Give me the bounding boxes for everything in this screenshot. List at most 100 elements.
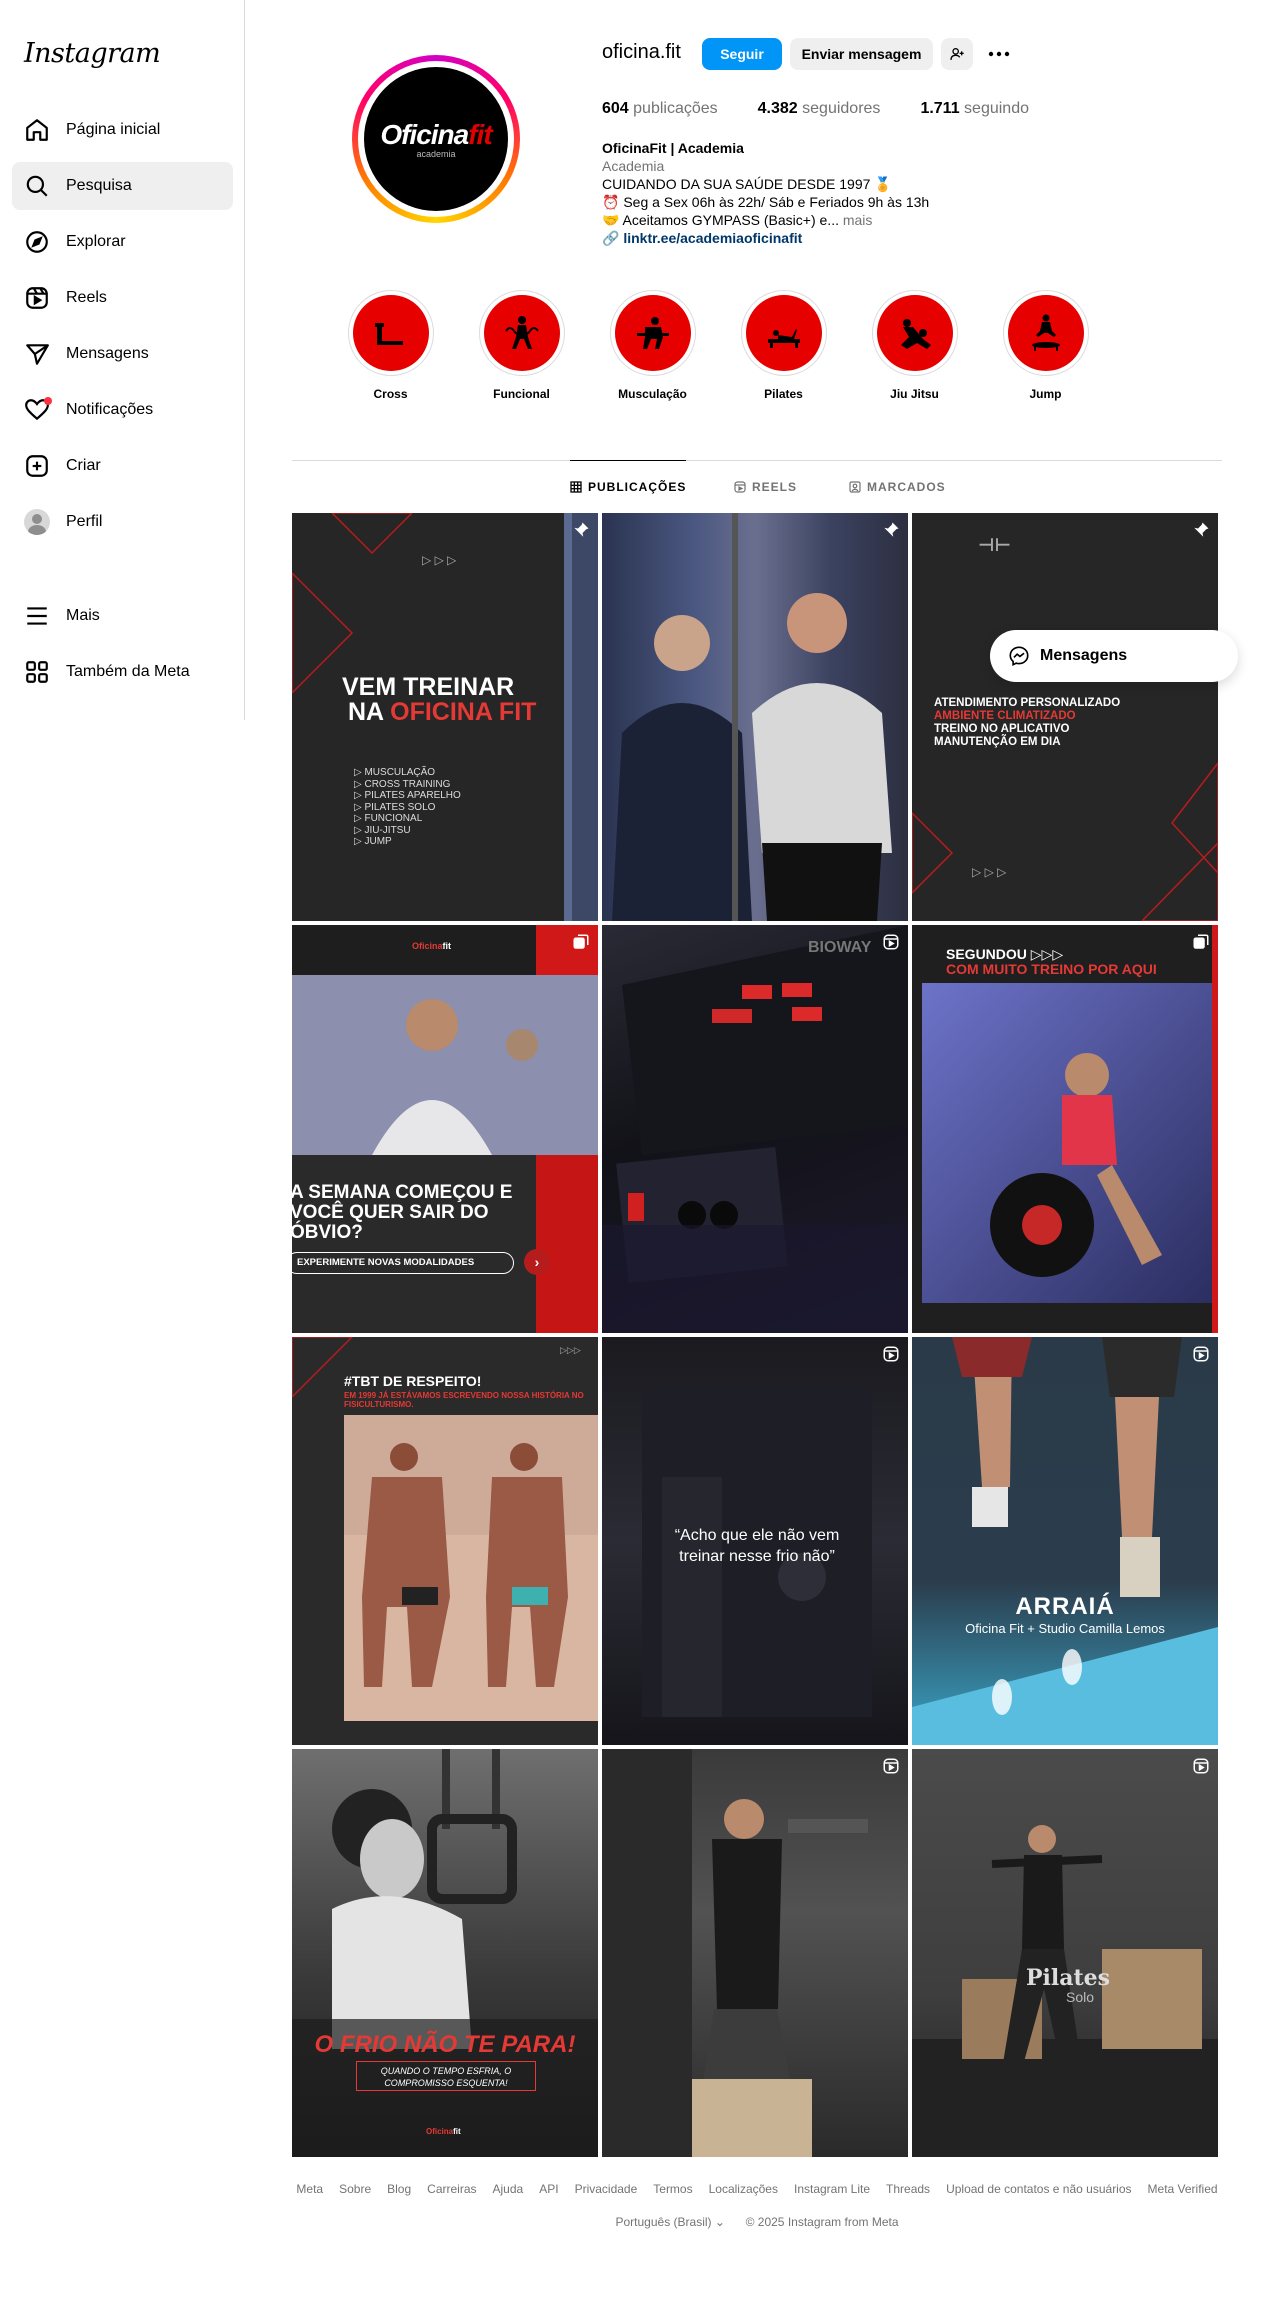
highlight-cover bbox=[1007, 295, 1084, 371]
footer-link[interactable]: Blog bbox=[387, 2182, 411, 2196]
instagram-logo[interactable]: Instagram bbox=[24, 38, 161, 69]
bio-more-link[interactable]: mais bbox=[843, 212, 873, 228]
sidebar-item-explore[interactable]: Explorar bbox=[12, 218, 233, 266]
sidebar-item-notifications[interactable]: Notificações bbox=[12, 386, 233, 434]
treadmill-panel-graphic bbox=[602, 925, 908, 1333]
post-subtitle: Oficina Fit + Studio Camilla Lemos bbox=[965, 1621, 1165, 1636]
footer-link[interactable]: Localizações bbox=[709, 2182, 778, 2196]
footer-link[interactable]: Meta bbox=[296, 2182, 323, 2196]
post-title-accent: OFICINA FIT bbox=[390, 698, 537, 726]
grid-icon bbox=[570, 480, 582, 493]
messages-pill[interactable]: Mensagens bbox=[990, 630, 1238, 682]
send-icon bbox=[26, 344, 49, 365]
tab-label: MARCADOS bbox=[867, 480, 946, 494]
story-highlights: Cross Funcional Musculação Pilates Jiu J… bbox=[325, 290, 1111, 401]
post-3[interactable]: ⊣⊢ ATENDIMENTO PERSONALIZADO AMBIENTE CL… bbox=[912, 513, 1218, 921]
highlight-jump[interactable]: Jump bbox=[980, 290, 1111, 401]
profile-username: oficina.fit bbox=[602, 41, 681, 63]
footer-bottom: Português (Brasil) ⌄ © 2025 Instagram fr… bbox=[292, 2215, 1222, 2229]
post-7[interactable]: #TBT DE RESPEITO! EM 1999 JÁ ESTÁVAMOS E… bbox=[292, 1337, 598, 1745]
footer-link[interactable]: Privacidade bbox=[575, 2182, 638, 2196]
dumbbell-icon: ⊣⊢ bbox=[978, 535, 1011, 555]
post-title-line: VEM TREINAR bbox=[342, 673, 515, 701]
pin-icon bbox=[884, 522, 899, 537]
tab-label: REELS bbox=[752, 480, 798, 494]
bio-line: ⏰ Seg a Sex 06h às 22h/ Sáb e Feriados 9… bbox=[602, 194, 930, 210]
following-count[interactable]: 1.711 seguindo bbox=[920, 100, 1029, 118]
sidebar-item-more[interactable]: Mais bbox=[12, 592, 233, 640]
highlight-pilates[interactable]: Pilates bbox=[718, 290, 849, 401]
carousel-icon bbox=[1193, 934, 1209, 949]
footer-link[interactable]: API bbox=[539, 2182, 558, 2196]
tab-reels[interactable]: REELS bbox=[734, 461, 797, 513]
sidebar-item-meta[interactable]: Também da Meta bbox=[12, 648, 233, 696]
tab-tagged[interactable]: MARCADOS bbox=[849, 461, 946, 513]
post-headline: A SEMANA COMEÇOU E VOCÊ QUER SAIR DO ÓBV… bbox=[292, 1182, 513, 1243]
sidebar-item-home[interactable]: Página inicial bbox=[12, 106, 233, 154]
footer-link[interactable]: Ajuda bbox=[493, 2182, 524, 2196]
post-title: VEM TREINAR NA OFICINA FIT bbox=[342, 675, 536, 725]
following-count-value: 1.711 bbox=[920, 100, 960, 117]
logo-text-accent: fit bbox=[468, 119, 492, 150]
footer-link[interactable]: Meta Verified bbox=[1148, 2182, 1218, 2196]
highlight-cross[interactable]: Cross bbox=[325, 290, 456, 401]
footer-link[interactable]: Upload de contatos e não usuários bbox=[946, 2182, 1131, 2196]
profile-picture[interactable]: Oficinafit academia bbox=[352, 55, 520, 223]
plus-square-icon bbox=[26, 455, 48, 477]
send-message-button[interactable]: Enviar mensagem bbox=[790, 38, 933, 70]
post-subtitle: QUANDO O TEMPO ESFRIA, O COMPROMISSO ESQ… bbox=[356, 2061, 536, 2091]
highlight-funcional[interactable]: Funcional bbox=[456, 290, 587, 401]
highlight-musculacao[interactable]: Musculação bbox=[587, 290, 718, 401]
logo-text-main: Oficina bbox=[380, 119, 469, 150]
reels-icon bbox=[26, 287, 48, 309]
footer-link[interactable]: Carreiras bbox=[427, 2182, 476, 2196]
highlight-ring bbox=[478, 290, 565, 376]
highlight-jiu-jitsu[interactable]: Jiu Jitsu bbox=[849, 290, 980, 401]
profile-logo-text: Oficinafit bbox=[380, 119, 492, 151]
post-2[interactable] bbox=[602, 513, 908, 921]
footer-link[interactable]: Sobre bbox=[339, 2182, 371, 2196]
language-selector[interactable]: Português (Brasil) ⌄ bbox=[615, 2215, 724, 2229]
trampoline-icon bbox=[1031, 314, 1060, 351]
follow-button[interactable]: Seguir bbox=[702, 38, 782, 70]
suggest-account-button[interactable] bbox=[941, 38, 973, 70]
post-10[interactable]: O FRIO NÃO TE PARA! QUANDO O TEMPO ESFRI… bbox=[292, 1749, 598, 2157]
sidebar-item-reels[interactable]: Reels bbox=[12, 274, 233, 322]
more-options-button[interactable] bbox=[983, 38, 1015, 70]
sidebar-item-search[interactable]: Pesquisa bbox=[12, 162, 233, 210]
sidebar-item-label: Criar bbox=[66, 457, 101, 474]
reel-icon bbox=[1193, 1346, 1209, 1362]
followers-count[interactable]: 4.382 seguidores bbox=[758, 100, 881, 118]
post-11[interactable] bbox=[602, 1749, 908, 2157]
sidebar-lower: Mais Também da Meta bbox=[12, 592, 233, 704]
post-quote: “Acho que ele não vem treinar nesse frio… bbox=[674, 1527, 840, 1565]
footer-link[interactable]: Instagram Lite bbox=[794, 2182, 870, 2196]
bio-link[interactable]: linktr.ee/academiaoficinafit bbox=[623, 230, 802, 246]
pin-icon bbox=[1194, 522, 1209, 537]
meta-apps-icon bbox=[26, 661, 48, 683]
copyright: © 2025 Instagram from Meta bbox=[745, 2215, 899, 2229]
tab-posts[interactable]: PUBLICAÇÕES bbox=[570, 460, 687, 512]
sidebar-item-messages[interactable]: Mensagens bbox=[12, 330, 233, 378]
chevron-right-icon: › bbox=[524, 1249, 550, 1275]
post-logo-mark: Oficinafit bbox=[412, 941, 452, 951]
post-1[interactable]: ▷ ▷ ▷ VEM TREINAR NA OFICINA FIT ▷ MUSCU… bbox=[292, 513, 598, 921]
post-8[interactable]: “Acho que ele não vem treinar nesse frio… bbox=[602, 1337, 908, 1745]
post-subtitle: EM 1999 JÁ ESTÁVAMOS ESCREVENDO NOSSA HI… bbox=[344, 1391, 584, 1409]
search-icon bbox=[26, 175, 48, 197]
highlight-ring bbox=[740, 290, 827, 376]
post-5[interactable]: BIOWAY bbox=[602, 925, 908, 1333]
post-12[interactable]: Pilates Solo bbox=[912, 1749, 1218, 2157]
sidebar-item-create[interactable]: Criar bbox=[12, 442, 233, 490]
reel-icon bbox=[883, 934, 899, 950]
footer-link[interactable]: Termos bbox=[653, 2182, 692, 2196]
sidebar-item-label: Pesquisa bbox=[66, 177, 132, 194]
sidebar-item-profile[interactable]: Perfil bbox=[12, 498, 233, 546]
posts-count-label: publicações bbox=[633, 100, 718, 117]
post-6[interactable]: SEGUNDOU ▷▷▷ COM MUITO TREINO POR AQUI bbox=[912, 925, 1218, 1333]
sidebar: Instagram Página inicial Pesquisa Explor… bbox=[0, 0, 245, 720]
footer-link[interactable]: Threads bbox=[886, 2182, 930, 2196]
sidebar-item-label: Mais bbox=[66, 607, 100, 624]
post-4[interactable]: Oficinafit A SEMANA COMEÇOU E VOCÊ QUER … bbox=[292, 925, 598, 1333]
post-9[interactable]: ARRAIÁ Oficina Fit + Studio Camilla Lemo… bbox=[912, 1337, 1218, 1745]
